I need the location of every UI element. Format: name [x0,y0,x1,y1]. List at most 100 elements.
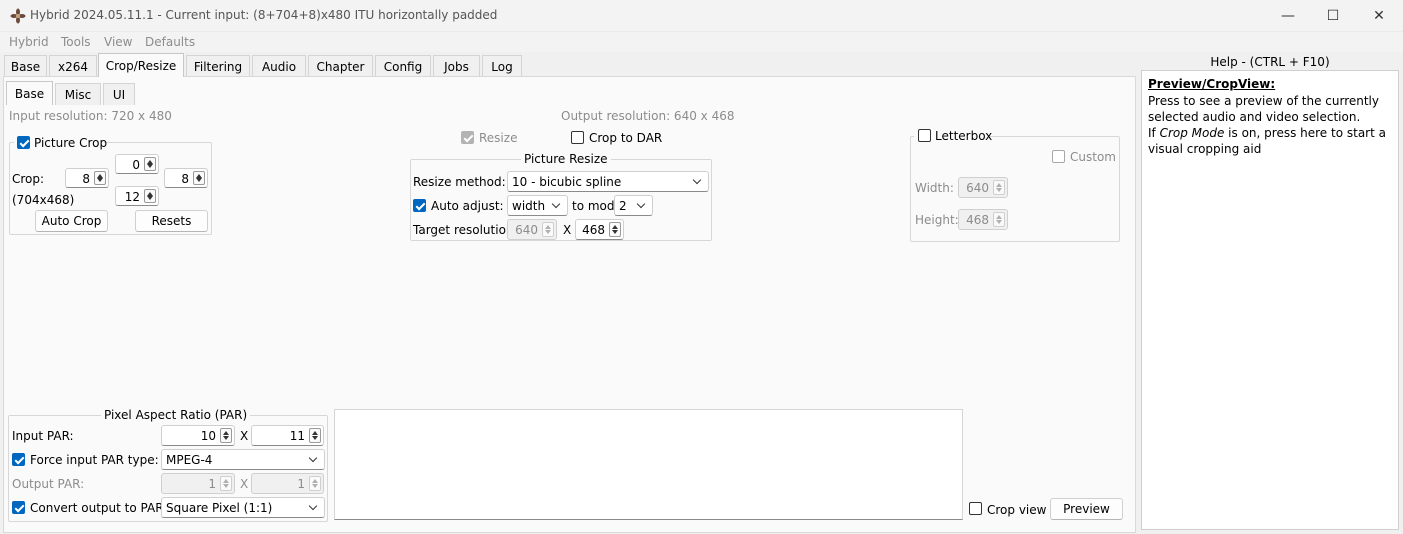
crop-to-dar-checkbox[interactable] [571,131,584,144]
auto-adjust-select[interactable]: width [507,195,568,216]
convert-par-label: Convert output to PAR: [30,501,168,515]
tab-base[interactable]: Base [4,55,47,77]
target-height-value: 468 [582,223,605,237]
picture-crop-checkbox[interactable] [17,136,30,149]
down-arrow-icon [147,196,153,200]
mod-select[interactable]: 2 [614,195,653,216]
maximize-icon: ☐ [1326,8,1340,24]
target-height-arrows[interactable] [609,222,621,237]
crop-top-stepper[interactable]: 0 [115,154,159,174]
par-title: Pixel Aspect Ratio (PAR) [101,408,251,422]
crop-left-value: 8 [82,172,90,186]
down-arrow-icon [612,230,618,234]
resize-label: Resize [479,131,518,145]
menu-view[interactable]: View [104,35,132,49]
tab-jobs[interactable]: Jobs [433,55,480,77]
letterbox-width-arrows[interactable] [993,180,1005,195]
subtab-misc[interactable]: Misc [55,83,101,105]
crop-bottom-stepper[interactable]: 12 [115,186,159,206]
output-par-num-stepper[interactable]: 1 [161,473,235,494]
up-arrow-icon [545,225,551,229]
letterbox-width-stepper[interactable]: 640 [958,177,1008,198]
up-arrow-icon [996,215,1002,219]
crop-top-value: 0 [132,158,140,172]
letterbox-height-arrows[interactable] [993,212,1005,227]
minimize-icon: — [1281,8,1295,24]
target-resolution-label: Target resolution: [413,223,518,237]
help-crop-mode: Crop Mode [1159,126,1225,140]
tab-log[interactable]: Log [482,55,522,77]
convert-par-select[interactable]: Square Pixel (1:1) [161,497,325,518]
letterbox-label: Letterbox [935,129,993,143]
up-arrow-icon [996,183,1002,187]
target-width-stepper[interactable]: 640 [507,219,557,240]
preview-button[interactable]: Preview [1050,498,1123,520]
convert-par-value: Square Pixel (1:1) [166,501,273,515]
custom-checkbox[interactable] [1052,150,1065,163]
info-text-area[interactable] [334,409,963,520]
tab-audio[interactable]: Audio [252,55,306,77]
subtab-base[interactable]: Base [6,81,53,105]
crop-right-stepper[interactable]: 8 [164,168,208,188]
resets-button[interactable]: Resets [135,210,208,232]
tab-crop-resize[interactable]: Crop/Resize [98,53,184,77]
force-par-checkbox[interactable] [12,453,25,466]
up-arrow-icon [223,431,229,435]
window-title: Hybrid 2024.05.11.1 - Current input: (8+… [30,8,498,22]
letterbox-height-stepper[interactable]: 468 [958,209,1008,230]
menu-defaults[interactable]: Defaults [145,35,195,49]
convert-par-checkbox[interactable] [12,501,25,514]
tab-config[interactable]: Config [375,55,431,77]
down-arrow-icon [996,188,1002,192]
tab-chapter[interactable]: Chapter [308,55,373,77]
menu-tools[interactable]: Tools [61,35,91,49]
output-par-den-arrows[interactable] [309,476,321,491]
letterbox-width-label: Width: [915,181,954,195]
crop-view-checkbox[interactable] [969,502,982,515]
target-height-stepper[interactable]: 468 [575,219,624,240]
menu-bar: Hybrid Tools View Defaults [0,32,1403,52]
help-body: Press to see a preview of the currently … [1148,93,1394,157]
resize-method-select[interactable]: 10 - bicubic spline [507,171,709,192]
crop-bottom-arrows[interactable] [144,189,156,203]
crop-right-arrows[interactable] [193,171,205,185]
input-par-den-arrows[interactable] [309,428,321,443]
help-heading: Preview/CropView: [1148,77,1276,91]
target-width-arrows[interactable] [542,222,554,237]
input-par-den-value: 11 [289,429,305,443]
letterbox-checkbox[interactable] [918,129,931,142]
subtab-ui[interactable]: UI [103,83,135,105]
auto-crop-button[interactable]: Auto Crop [35,210,108,232]
output-par-num-arrows[interactable] [220,476,232,491]
close-button[interactable]: ✕ [1356,0,1402,32]
force-par-value: MPEG-4 [166,453,213,467]
resize-checkbox[interactable] [461,131,474,144]
resize-method-label: Resize method: [413,175,506,189]
down-arrow-icon [223,436,229,440]
input-par-num-arrows[interactable] [220,428,232,443]
crop-label: Crop: [12,172,45,186]
crop-left-arrows[interactable] [94,171,106,185]
help-line-1: Press to see a preview of the currently … [1148,94,1379,124]
crop-bottom-value: 12 [124,190,140,204]
letterbox-width-value: 640 [966,181,989,195]
target-width-value: 640 [515,223,538,237]
crop-to-dar-label: Crop to DAR [589,131,663,145]
tab-filtering[interactable]: Filtering [186,55,250,77]
auto-adjust-label: Auto adjust: [431,199,504,213]
input-par-num-stepper[interactable]: 10 [161,425,235,446]
output-par-den-stepper[interactable]: 1 [251,473,324,494]
menu-hybrid[interactable]: Hybrid [9,35,49,49]
crop-top-arrows[interactable] [144,157,156,171]
tab-x264[interactable]: x264 [49,55,97,77]
minimize-button[interactable]: — [1265,0,1311,32]
maximize-button[interactable]: ☐ [1310,0,1356,32]
auto-adjust-checkbox[interactable] [413,199,426,212]
input-resolution-label: Input resolution: 720 x 480 [9,109,172,123]
output-par-num-value: 1 [208,477,216,491]
input-par-den-stepper[interactable]: 11 [251,425,324,446]
crop-left-stepper[interactable]: 8 [65,168,109,188]
auto-adjust-value: width [512,199,546,213]
up-arrow-icon [223,479,229,483]
force-par-select[interactable]: MPEG-4 [161,449,325,470]
